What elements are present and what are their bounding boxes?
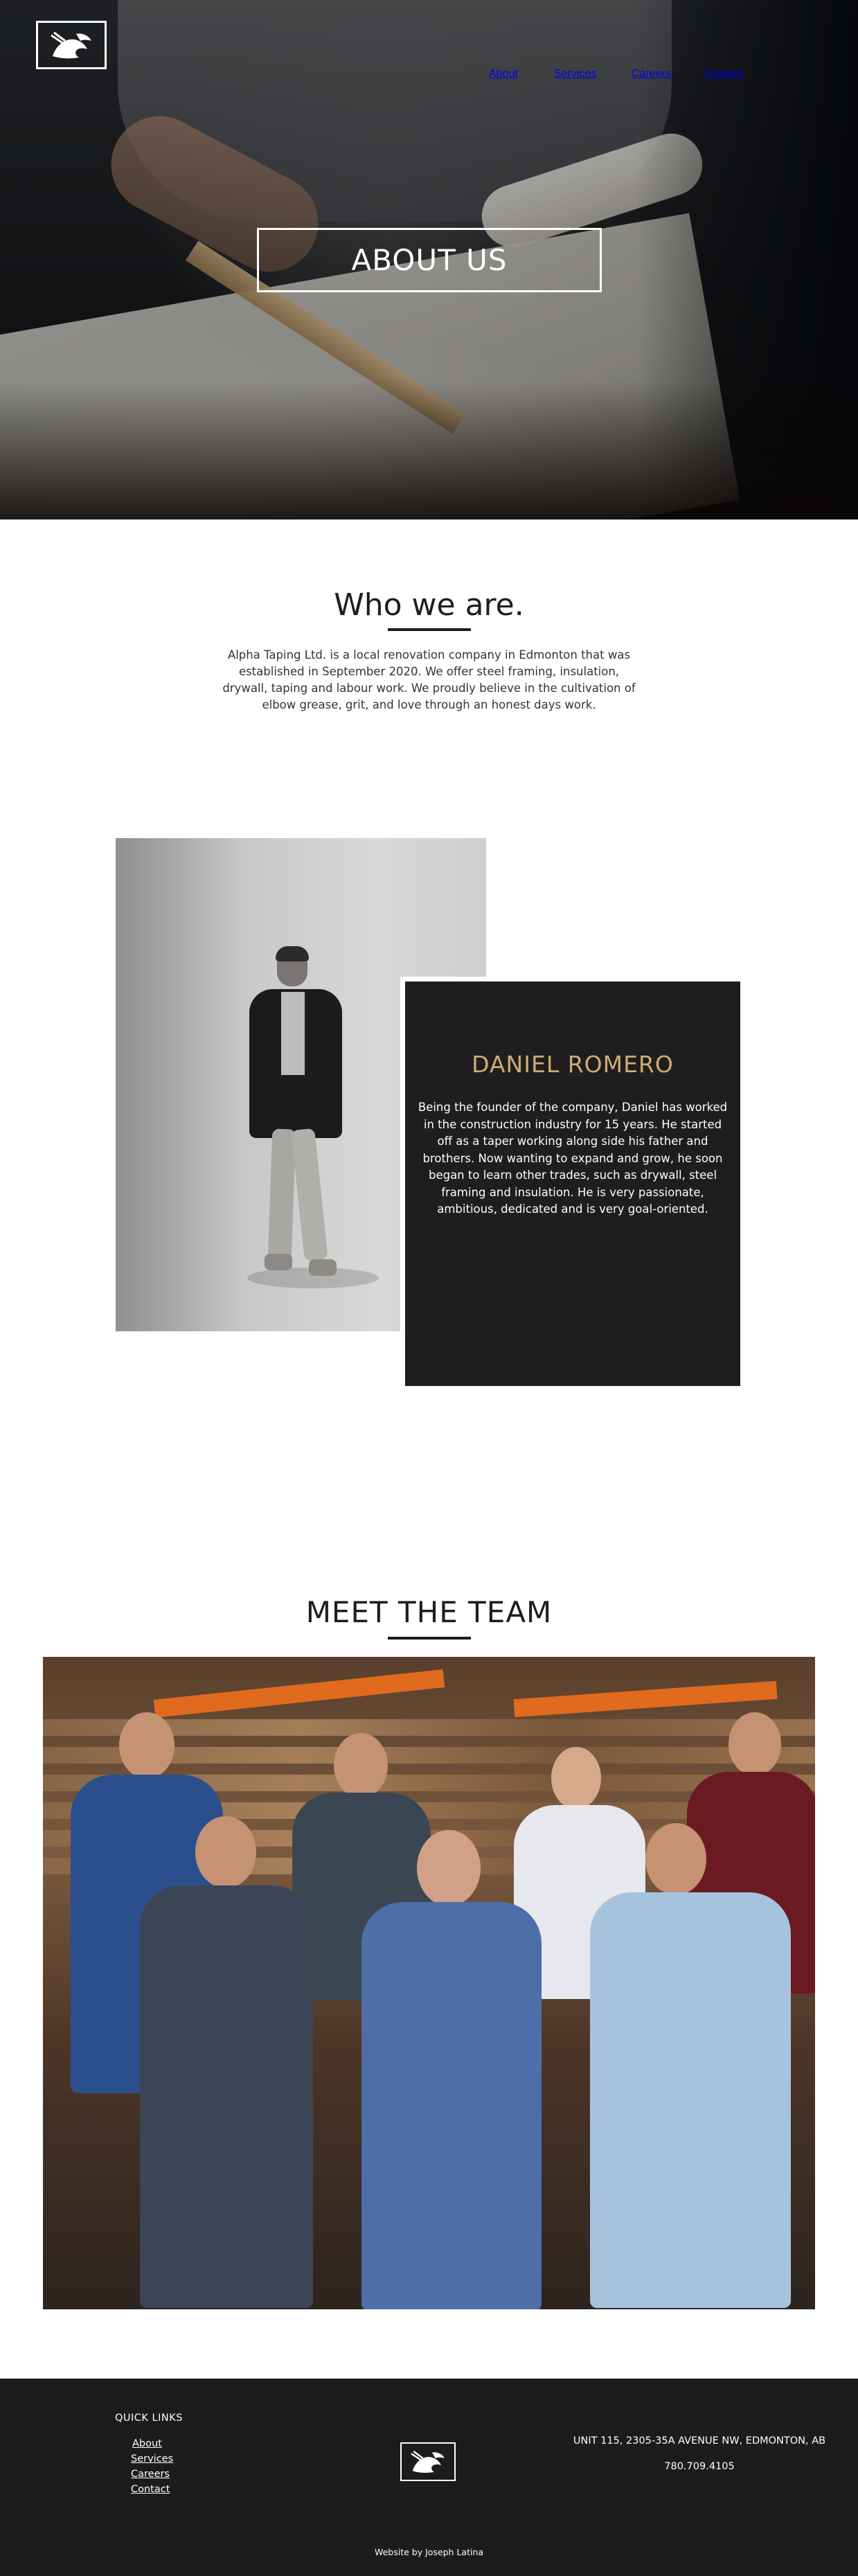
who-heading: Who we are.: [334, 587, 524, 623]
footer-logo[interactable]: [400, 2442, 456, 2481]
who-divider: [388, 628, 471, 631]
footer-link-careers[interactable]: Careers: [131, 2469, 170, 2480]
footer-link-about[interactable]: About: [132, 2438, 162, 2449]
team-heading: MEET THE TEAM: [305, 1595, 553, 1629]
quick-links-title: QUICK LINKS: [115, 2413, 183, 2424]
alpha-logo-icon: [51, 31, 91, 59]
founder-bio: Being the founder of the company, Daniel…: [418, 1101, 728, 1216]
founder-figure: [237, 946, 355, 1295]
team-photo: [43, 1657, 815, 2309]
nav-about[interactable]: About: [489, 68, 518, 80]
hero-title-frame: ABOUT US: [257, 228, 602, 292]
nav-services[interactable]: Services: [554, 68, 596, 80]
footer-address: UNIT 115, 2305-35A AVENUE NW, EDMONTON, …: [573, 2435, 826, 2446]
footer-phone: 780.709.4105: [664, 2461, 735, 2472]
hero-section: About Services Careers Contact ABOUT US: [0, 0, 858, 519]
nav-contact[interactable]: Contact: [705, 68, 743, 80]
footer-credit: Website by Joseph Latina: [374, 2547, 484, 2557]
hero-title: ABOUT US: [351, 243, 508, 277]
nav-careers[interactable]: Careers: [632, 68, 671, 80]
founder-card: DANIEL ROMERO Being the founder of the c…: [405, 981, 740, 1386]
footer-link-services[interactable]: Services: [131, 2453, 173, 2464]
alpha-logo-icon: [411, 2451, 445, 2473]
founder-name: DANIEL ROMERO: [472, 1051, 674, 1078]
site-logo[interactable]: [36, 21, 107, 69]
footer-link-contact[interactable]: Contact: [131, 2484, 170, 2495]
team-divider: [388, 1637, 471, 1640]
who-description: Alpha Taping Ltd. is a local renovation …: [222, 648, 636, 711]
site-footer: QUICK LINKS About Services Careers Conta…: [0, 2379, 858, 2576]
